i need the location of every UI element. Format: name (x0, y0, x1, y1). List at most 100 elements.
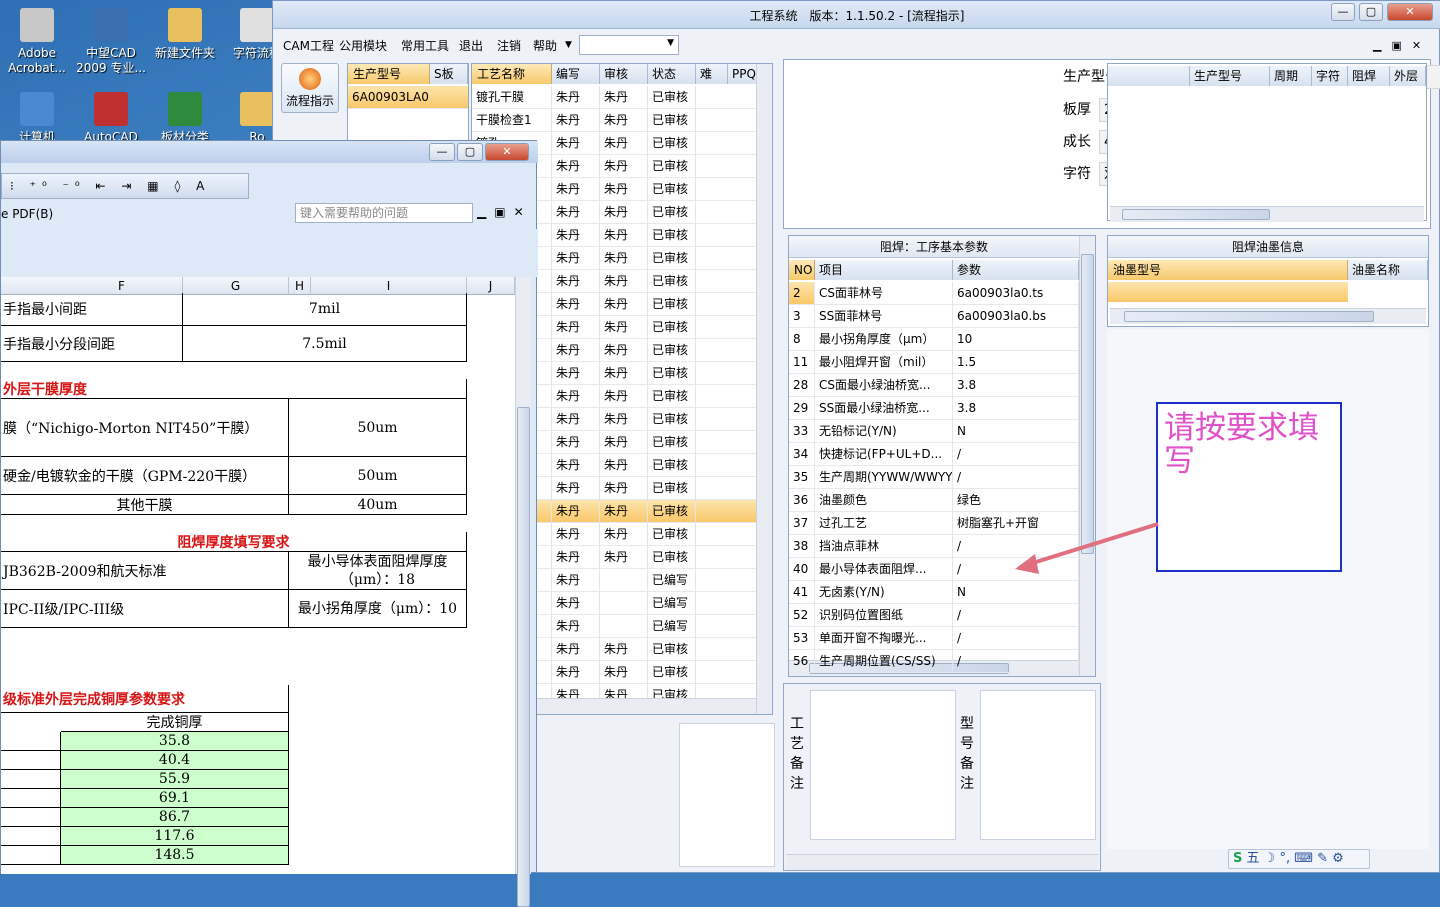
sheet-cell[interactable]: 7.5mil (183, 326, 467, 362)
menu-item[interactable]: 注销 (497, 37, 521, 54)
process-cell: 干膜检查1 (472, 109, 552, 132)
process-col-header[interactable]: 审核 (600, 64, 648, 84)
desktop-icon[interactable]: 新建文件夹 (150, 8, 220, 61)
model-col-header[interactable]: 外层 (1390, 66, 1426, 86)
sheet-cell[interactable]: 69.1 (61, 789, 289, 808)
sheet-cell[interactable]: 硬金/电镀软金的干膜（GPM-220干膜） (1, 457, 289, 495)
scroll-thumb[interactable] (1081, 254, 1094, 554)
sheet-cell[interactable]: 50um (289, 457, 467, 495)
sheet-cell[interactable] (1, 732, 61, 751)
sheet-cell[interactable] (1, 751, 61, 770)
sheet-cell[interactable]: JB362B-2009和航天标准 (1, 552, 289, 590)
param-col-header[interactable]: 项目 (815, 260, 953, 280)
model-col-header[interactable]: 生产型号 (1190, 66, 1270, 86)
sheet-cell[interactable] (1, 770, 61, 789)
scroll-thumb[interactable] (1122, 209, 1270, 220)
column-header[interactable]: J (467, 277, 515, 295)
vertical-scrollbar[interactable] (756, 64, 772, 714)
sheet-cell[interactable]: 117.6 (61, 827, 289, 846)
scroll-thumb[interactable] (517, 407, 530, 907)
sheet-cell[interactable] (1, 789, 61, 808)
sheet-cell[interactable]: 最小拐角厚度（μm）：10 (289, 590, 467, 628)
sheet-cell[interactable]: 50um (289, 399, 467, 457)
sheet-cell[interactable]: 40um (289, 495, 467, 515)
sheet-cell[interactable]: 手指最小间距 (1, 293, 183, 326)
model-col-header[interactable]: 阻焊 (1348, 66, 1390, 86)
ink-row[interactable] (1108, 282, 1348, 302)
job-col-header[interactable]: S板 (430, 64, 468, 84)
chevron-down-icon[interactable]: ▼ (565, 40, 572, 50)
process-col-header[interactable]: 难 (696, 64, 728, 84)
vertical-scrollbar[interactable] (515, 277, 531, 907)
sheet-cell[interactable] (1, 827, 61, 846)
title-bar[interactable]: 工程系统 版本：1.1.50.2 - [流程指示] — ▢ ✕ (273, 1, 1440, 29)
toolbar-combo[interactable]: ▼ (579, 35, 679, 55)
param-cell: 3 (789, 305, 815, 328)
process-cell: 已审核 (648, 477, 696, 500)
excel-menu-fragment[interactable]: e PDF(B) (1, 207, 53, 221)
sheet-cell[interactable]: 外层干膜厚度 (1, 379, 467, 399)
excel-doc-controls[interactable]: ▁▣✕ (477, 205, 532, 219)
close-button[interactable]: ✕ (485, 143, 529, 161)
sheet-cell[interactable]: 7mil (183, 293, 467, 326)
sheet-cell[interactable]: 阻焊厚度填写要求 (1, 532, 467, 552)
sheet-cell[interactable]: 40.4 (61, 751, 289, 770)
ink-col-header[interactable]: 油墨名称 (1348, 260, 1428, 280)
sheet-cell[interactable]: 膜（“Nichigo-Morton NIT450”干膜） (1, 399, 289, 457)
menu-item[interactable]: 公用模块 (339, 37, 387, 54)
mdi-controls[interactable]: ▁▣✕ (1373, 39, 1431, 52)
sheet-cell[interactable]: 35.8 (61, 732, 289, 751)
menu-item[interactable]: 帮助 (533, 37, 557, 54)
sheet-cell[interactable] (1, 846, 61, 865)
sheet-cell[interactable]: 手指最小分段间距 (1, 326, 183, 362)
param-cell: / (953, 627, 1079, 650)
sheet-cell[interactable]: 55.9 (61, 770, 289, 789)
format-toolbar[interactable]: ⁝ ⁺⁰ ⁻⁰ ⇤ ⇥ ▦ ◊ A (1, 173, 249, 199)
model-col-header[interactable]: 周期 (1270, 66, 1312, 86)
menu-item[interactable]: CAM工程 (283, 37, 334, 54)
sheet-cell[interactable]: 148.5 (61, 846, 289, 865)
close-button[interactable]: ✕ (1387, 3, 1433, 21)
sheet-cell[interactable]: IPC-II级/IPC-III级 (1, 590, 289, 628)
vertical-scrollbar[interactable] (1079, 236, 1095, 676)
minimize-button[interactable]: — (429, 143, 455, 161)
ime-toolbar[interactable]: S 五 ☽ °, ⌨ ✎ ⚙ (1228, 849, 1370, 869)
horizontal-scrollbar[interactable] (786, 854, 1098, 870)
sheet-cell[interactable] (1, 808, 61, 827)
desktop-icon[interactable]: AutoCAD (76, 92, 146, 145)
model-col-header[interactable]: 字符 (1312, 66, 1348, 86)
job-col-header[interactable]: 生产型号 (348, 64, 430, 84)
scroll-thumb[interactable] (1124, 311, 1374, 322)
model-col-header[interactable] (1108, 66, 1190, 86)
process-col-header[interactable]: 工艺名称 (472, 64, 552, 84)
process-col-header[interactable]: 状态 (648, 64, 696, 84)
process-col-header[interactable]: 编写 (552, 64, 600, 84)
horizontal-scrollbar[interactable] (1110, 308, 1426, 324)
worksheet[interactable]: F G H I J 手指最小间距 7mil 手指最小分段间距 7.5mil 外层干膜厚度 膜（“Ni… (1, 277, 515, 874)
excel-title-bar[interactable]: — ▢ ✕ (1, 141, 538, 163)
sheet-cell[interactable]: 最小导体表面阻焊厚度（μm）：18 (289, 552, 467, 590)
desktop-icon[interactable]: Adobe Acrobat... (2, 8, 72, 76)
ink-col-header[interactable]: 油墨型号 (1108, 260, 1348, 280)
desktop-icon[interactable]: 中望CAD 2009 专业... (76, 8, 146, 76)
flow-button[interactable]: 流程指示 (281, 63, 339, 113)
sheet-cell[interactable]: 86.7 (61, 808, 289, 827)
help-search-input[interactable]: 键入需要帮助的问题 (295, 203, 473, 223)
minimize-button[interactable]: — (1331, 3, 1355, 21)
menu-item[interactable]: 退出 (459, 37, 483, 54)
sheet-cell[interactable]: 级标准外层完成铜厚参数要求 (1, 685, 289, 713)
menu-item[interactable]: 常用工具 (401, 37, 449, 54)
sheet-cell[interactable]: 完成铜厚 (61, 713, 289, 732)
maximize-button[interactable]: ▢ (1359, 3, 1383, 21)
sheet-cell[interactable]: 其他干膜 (1, 495, 289, 515)
param-col-header[interactable]: NO (789, 260, 815, 280)
process-note-field[interactable] (810, 690, 956, 840)
desktop-icon[interactable]: 板材分类 (150, 92, 220, 145)
param-cell: 最小拐角厚度（μm） (815, 328, 953, 351)
maximize-button[interactable]: ▢ (457, 143, 483, 161)
desktop-icon[interactable]: 计算机 (2, 92, 72, 145)
process-col-header[interactable]: PPQI (728, 64, 759, 84)
param-col-header[interactable]: 参数 (953, 260, 1079, 280)
horizontal-scrollbar[interactable] (1110, 206, 1424, 222)
model-note-field[interactable] (980, 690, 1096, 840)
